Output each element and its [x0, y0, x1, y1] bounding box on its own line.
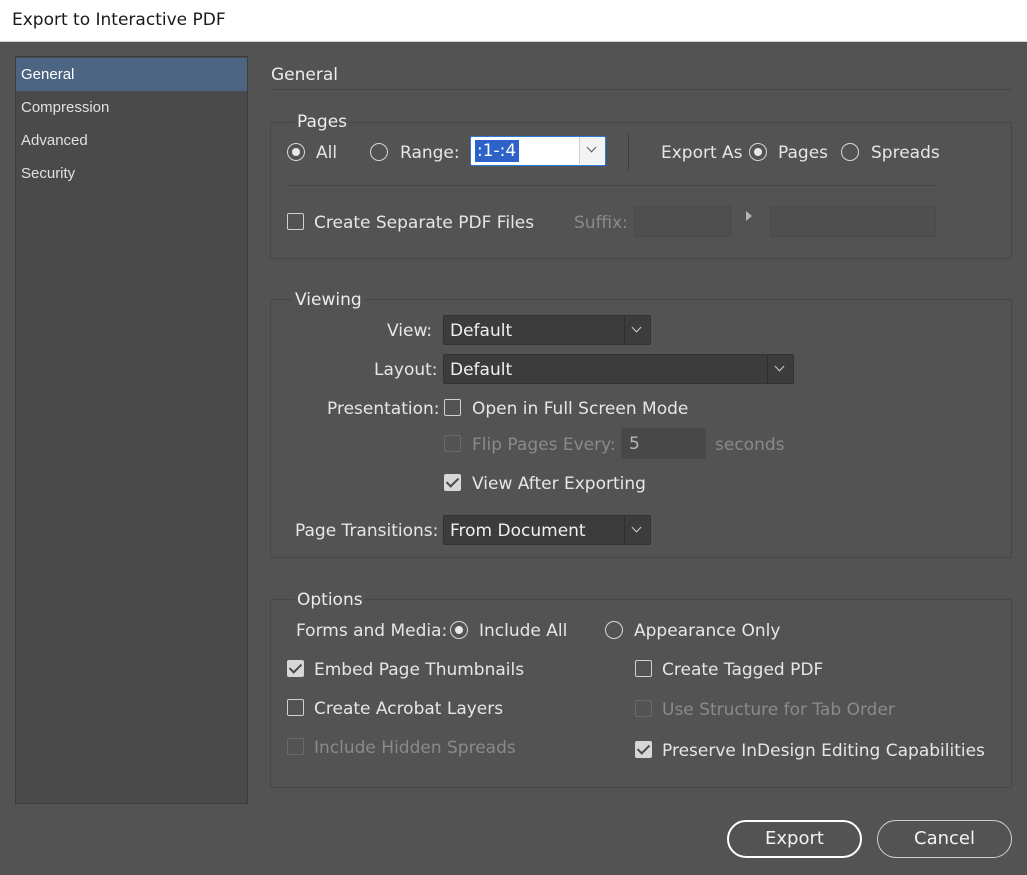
transitions-dropdown[interactable]: From Document [443, 515, 651, 545]
suffix-label: Suffix: [574, 213, 628, 233]
title-bar: Export to Interactive PDF [0, 0, 1027, 42]
suffix-preview-field[interactable] [770, 206, 936, 237]
view-label: View: [387, 321, 433, 341]
all-pages-label: All [316, 143, 338, 163]
export-spreads-label: Spreads [871, 143, 940, 163]
preserve-editing-label: Preserve InDesign Editing Capabilities [662, 741, 985, 761]
pages-heading: Pages [295, 112, 350, 132]
acrobat-layers-label: Create Acrobat Layers [314, 699, 504, 719]
preserve-editing-checkbox[interactable] [635, 741, 652, 758]
cancel-button[interactable]: Cancel [877, 820, 1012, 858]
acrobat-layers-checkbox[interactable] [287, 699, 304, 716]
include-all-label: Include All [479, 621, 568, 641]
range-combobox[interactable]: :1-:4 [470, 136, 606, 166]
layout-value: Default [450, 360, 513, 380]
hidden-spreads-checkbox[interactable] [287, 738, 304, 755]
export-button[interactable]: Export [727, 820, 862, 858]
play-icon [746, 211, 752, 221]
sidebar-item-compression[interactable]: Compression [16, 91, 247, 124]
sidebar: General Compression Advanced Security [15, 56, 248, 804]
export-spreads-radio[interactable] [841, 143, 859, 161]
range-radio[interactable] [370, 143, 388, 161]
flip-pages-checkbox[interactable] [444, 435, 461, 452]
view-after-label: View After Exporting [472, 474, 646, 494]
title-divider [271, 89, 1012, 90]
window-title: Export to Interactive PDF [12, 10, 226, 30]
view-value: Default [450, 321, 513, 341]
thumbnails-label: Embed Page Thumbnails [314, 660, 525, 680]
separate-pdf-checkbox[interactable] [287, 213, 304, 230]
sidebar-item-general[interactable]: General [16, 58, 247, 91]
thumbnails-checkbox[interactable] [287, 660, 304, 677]
include-all-radio[interactable] [450, 621, 468, 639]
export-as-label: Export As [661, 143, 743, 163]
tagged-pdf-checkbox[interactable] [635, 660, 652, 677]
fullscreen-label: Open in Full Screen Mode [472, 399, 689, 419]
vertical-divider [628, 134, 629, 170]
chevron-down-icon[interactable] [579, 137, 605, 164]
flip-seconds-value: 5 [629, 434, 640, 454]
flip-seconds-field[interactable]: 5 [621, 428, 706, 459]
all-pages-radio[interactable] [287, 143, 305, 161]
tab-order-checkbox[interactable] [635, 700, 652, 717]
separate-pdf-label: Create Separate PDF Files [314, 213, 535, 233]
flip-pages-label: Flip Pages Every: [472, 435, 616, 455]
layout-dropdown[interactable]: Default [443, 354, 794, 384]
forms-media-label: Forms and Media: [296, 621, 448, 641]
range-label: Range: [400, 143, 460, 163]
export-pages-radio[interactable] [749, 143, 767, 161]
transitions-value: From Document [450, 521, 586, 541]
view-after-checkbox[interactable] [444, 474, 461, 491]
layout-label: Layout: [374, 360, 438, 380]
chevron-down-icon[interactable] [624, 516, 650, 544]
appearance-only-radio[interactable] [605, 621, 623, 639]
sidebar-item-advanced[interactable]: Advanced [16, 124, 247, 157]
fullscreen-checkbox[interactable] [444, 399, 461, 416]
seconds-label: seconds [715, 435, 785, 455]
pages-divider [288, 185, 936, 186]
chevron-down-icon[interactable] [624, 316, 650, 344]
presentation-label: Presentation: [327, 399, 440, 419]
options-heading: Options [295, 590, 365, 610]
view-dropdown[interactable]: Default [443, 315, 651, 345]
tab-order-label: Use Structure for Tab Order [662, 700, 895, 720]
page-title: General [271, 65, 338, 85]
hidden-spreads-label: Include Hidden Spreads [314, 738, 516, 758]
transitions-label: Page Transitions: [295, 521, 439, 541]
viewing-heading: Viewing [293, 290, 364, 310]
appearance-only-label: Appearance Only [634, 621, 781, 641]
suffix-field[interactable] [634, 206, 731, 237]
sidebar-item-security[interactable]: Security [16, 157, 247, 190]
chevron-down-icon[interactable] [767, 355, 793, 383]
range-input[interactable]: :1-:4 [475, 140, 520, 162]
export-pages-label: Pages [778, 143, 829, 163]
tagged-pdf-label: Create Tagged PDF [662, 660, 824, 680]
